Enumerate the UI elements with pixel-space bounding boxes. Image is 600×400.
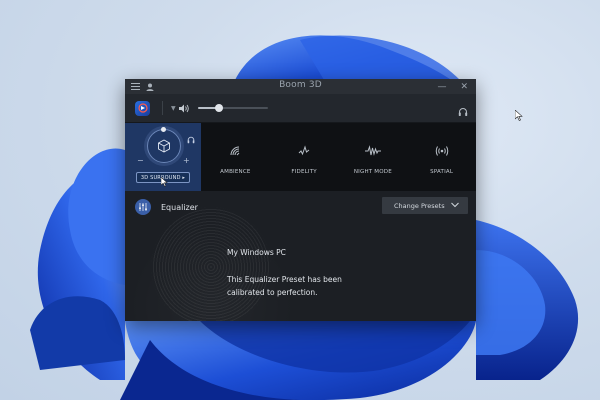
decorative-rings bbox=[151, 207, 271, 321]
effect-ambience[interactable]: AMBIENCE bbox=[201, 123, 270, 191]
spatial-icon bbox=[435, 146, 448, 156]
ambience-icon bbox=[230, 146, 240, 156]
preset-description-line: calibrated to perfection. bbox=[227, 288, 318, 297]
effects-row: − + 3D SURROUND ▸ AMBIENCE FIDELITY NIGH… bbox=[125, 123, 476, 191]
headphones-small-icon bbox=[187, 129, 195, 148]
chevron-down-icon[interactable]: ▼ bbox=[171, 105, 176, 112]
night-mode-icon bbox=[364, 145, 381, 156]
mouse-cursor-icon bbox=[161, 177, 168, 187]
close-button[interactable]: ✕ bbox=[460, 82, 468, 92]
speaker-icon[interactable] bbox=[178, 104, 190, 113]
device-name: My Windows PC bbox=[227, 248, 286, 257]
change-presets-button[interactable]: Change Presets bbox=[382, 197, 468, 214]
equalizer-panel: Equalizer Change Presets My Windows PC T… bbox=[125, 191, 476, 321]
effect-fidelity[interactable]: FIDELITY bbox=[270, 123, 339, 191]
preset-description: This Equalizer Preset has been calibrate… bbox=[227, 273, 387, 299]
effect-spatial[interactable]: SPATIAL bbox=[407, 123, 476, 191]
minimize-button[interactable]: — bbox=[437, 82, 446, 92]
effect-label: NIGHT MODE bbox=[353, 169, 392, 175]
plus-icon[interactable]: + bbox=[183, 156, 190, 165]
effect-3d-surround[interactable]: − + 3D SURROUND ▸ bbox=[125, 123, 201, 191]
effect-night-mode[interactable]: NIGHT MODE bbox=[339, 123, 408, 191]
cube-icon bbox=[158, 139, 170, 153]
volume-bar: ▼ bbox=[125, 94, 476, 123]
equalizer-header: Equalizer bbox=[135, 199, 198, 215]
effect-label: AMBIENCE bbox=[220, 169, 251, 175]
fidelity-icon bbox=[298, 145, 310, 156]
volume-slider[interactable] bbox=[197, 104, 268, 112]
mouse-cursor-icon bbox=[515, 110, 523, 121]
chevron-down-icon bbox=[451, 202, 459, 208]
title-bar: Boom 3D — ✕ bbox=[125, 79, 476, 94]
minus-icon[interactable]: − bbox=[137, 156, 144, 165]
headphones-icon[interactable] bbox=[458, 102, 468, 121]
change-presets-label: Change Presets bbox=[394, 201, 445, 210]
volume-slider-knob[interactable] bbox=[214, 104, 223, 112]
boom3d-window: Boom 3D — ✕ ▼ − + 3D SURROUND ▸ AMBIENCE… bbox=[125, 79, 476, 321]
effect-label: SPATIAL bbox=[430, 169, 454, 175]
user-icon[interactable] bbox=[146, 83, 154, 91]
equalizer-title: Equalizer bbox=[161, 202, 198, 212]
app-title: Boom 3D bbox=[279, 80, 322, 90]
boom-logo-icon[interactable] bbox=[135, 100, 150, 116]
surround-dial[interactable] bbox=[147, 127, 181, 163]
menu-icon[interactable] bbox=[131, 83, 140, 90]
effect-label: FIDELITY bbox=[291, 169, 317, 175]
preset-description-line: This Equalizer Preset has been bbox=[227, 275, 342, 284]
dial-knob[interactable] bbox=[161, 127, 166, 132]
equalizer-icon[interactable] bbox=[135, 199, 151, 215]
divider bbox=[162, 101, 163, 115]
